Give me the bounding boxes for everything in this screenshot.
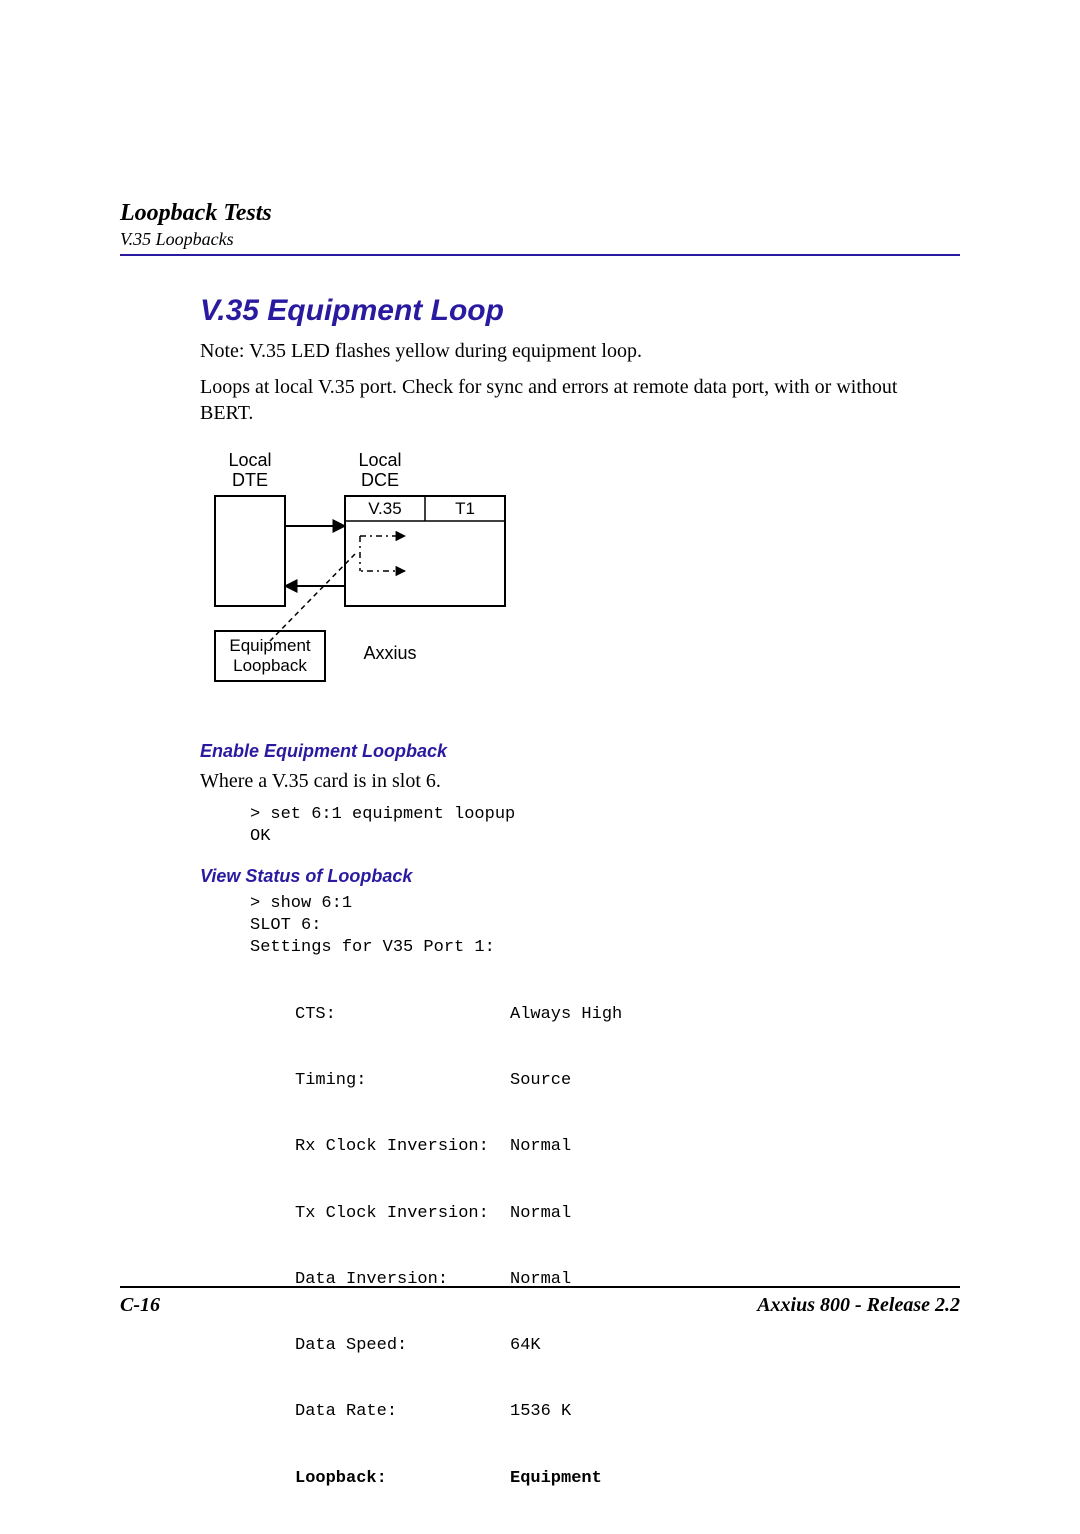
header-subtitle: V.35 Loopbacks (120, 229, 960, 250)
loopback-pointer (270, 554, 355, 641)
enable-cmd: > set 6:1 equipment loopup OK (250, 804, 940, 848)
page-header: Loopback Tests V.35 Loopbacks (120, 200, 960, 256)
page-number: C-16 (120, 1294, 160, 1317)
enable-where: Where a V.35 card is in slot 6. (200, 768, 940, 794)
local-dce-label-2: DCE (361, 470, 399, 490)
dte-box (215, 496, 285, 606)
status-row: Rx Clock Inversion:Normal (250, 1136, 940, 1158)
local-dte-label-2: DTE (232, 470, 268, 490)
status-rows: CTS:Always High Timing:Source Rx Clock I… (250, 959, 940, 1533)
status-row: Tx Clock Inversion:Normal (250, 1203, 940, 1225)
axxius-label: Axxius (363, 643, 416, 663)
view-heading: View Status of Loopback (200, 866, 940, 887)
desc-text: Loops at local V.35 port. Check for sync… (200, 374, 940, 426)
local-dce-label-1: Local (358, 450, 401, 470)
t1-label: T1 (455, 499, 475, 518)
section-heading: V.35 Equipment Loop (200, 294, 940, 328)
release-label: Axxius 800 - Release 2.2 (757, 1294, 960, 1317)
header-title: Loopback Tests (120, 200, 960, 227)
page-footer: C-16 Axxius 800 - Release 2.2 (120, 1278, 960, 1317)
footer-rule (120, 1286, 960, 1288)
status-row-loopback: Loopback:Equipment (250, 1468, 940, 1490)
v35-label: V.35 (368, 499, 401, 518)
status-row: Timing:Source (250, 1070, 940, 1092)
status-row: Data Rate:1536 K (250, 1401, 940, 1423)
page: Loopback Tests V.35 Loopbacks V.35 Equip… (0, 0, 1080, 1397)
enable-heading: Enable Equipment Loopback (200, 741, 940, 762)
status-row: Data Speed:64K (250, 1335, 940, 1357)
eq-loop-label-2: Loopback (233, 656, 307, 675)
header-rule (120, 254, 960, 256)
status-row: CTS:Always High (250, 1004, 940, 1026)
note-text: Note: V.35 LED flashes yellow during equ… (200, 338, 940, 364)
eq-loop-label-1: Equipment (229, 636, 311, 655)
loopback-diagram: Local DTE Local DCE V.35 T1 (200, 446, 940, 711)
status-preamble: > show 6:1 SLOT 6: Settings for V35 Port… (250, 893, 940, 959)
content-area: V.35 Equipment Loop Note: V.35 LED flash… (120, 294, 960, 1534)
local-dte-label-1: Local (228, 450, 271, 470)
